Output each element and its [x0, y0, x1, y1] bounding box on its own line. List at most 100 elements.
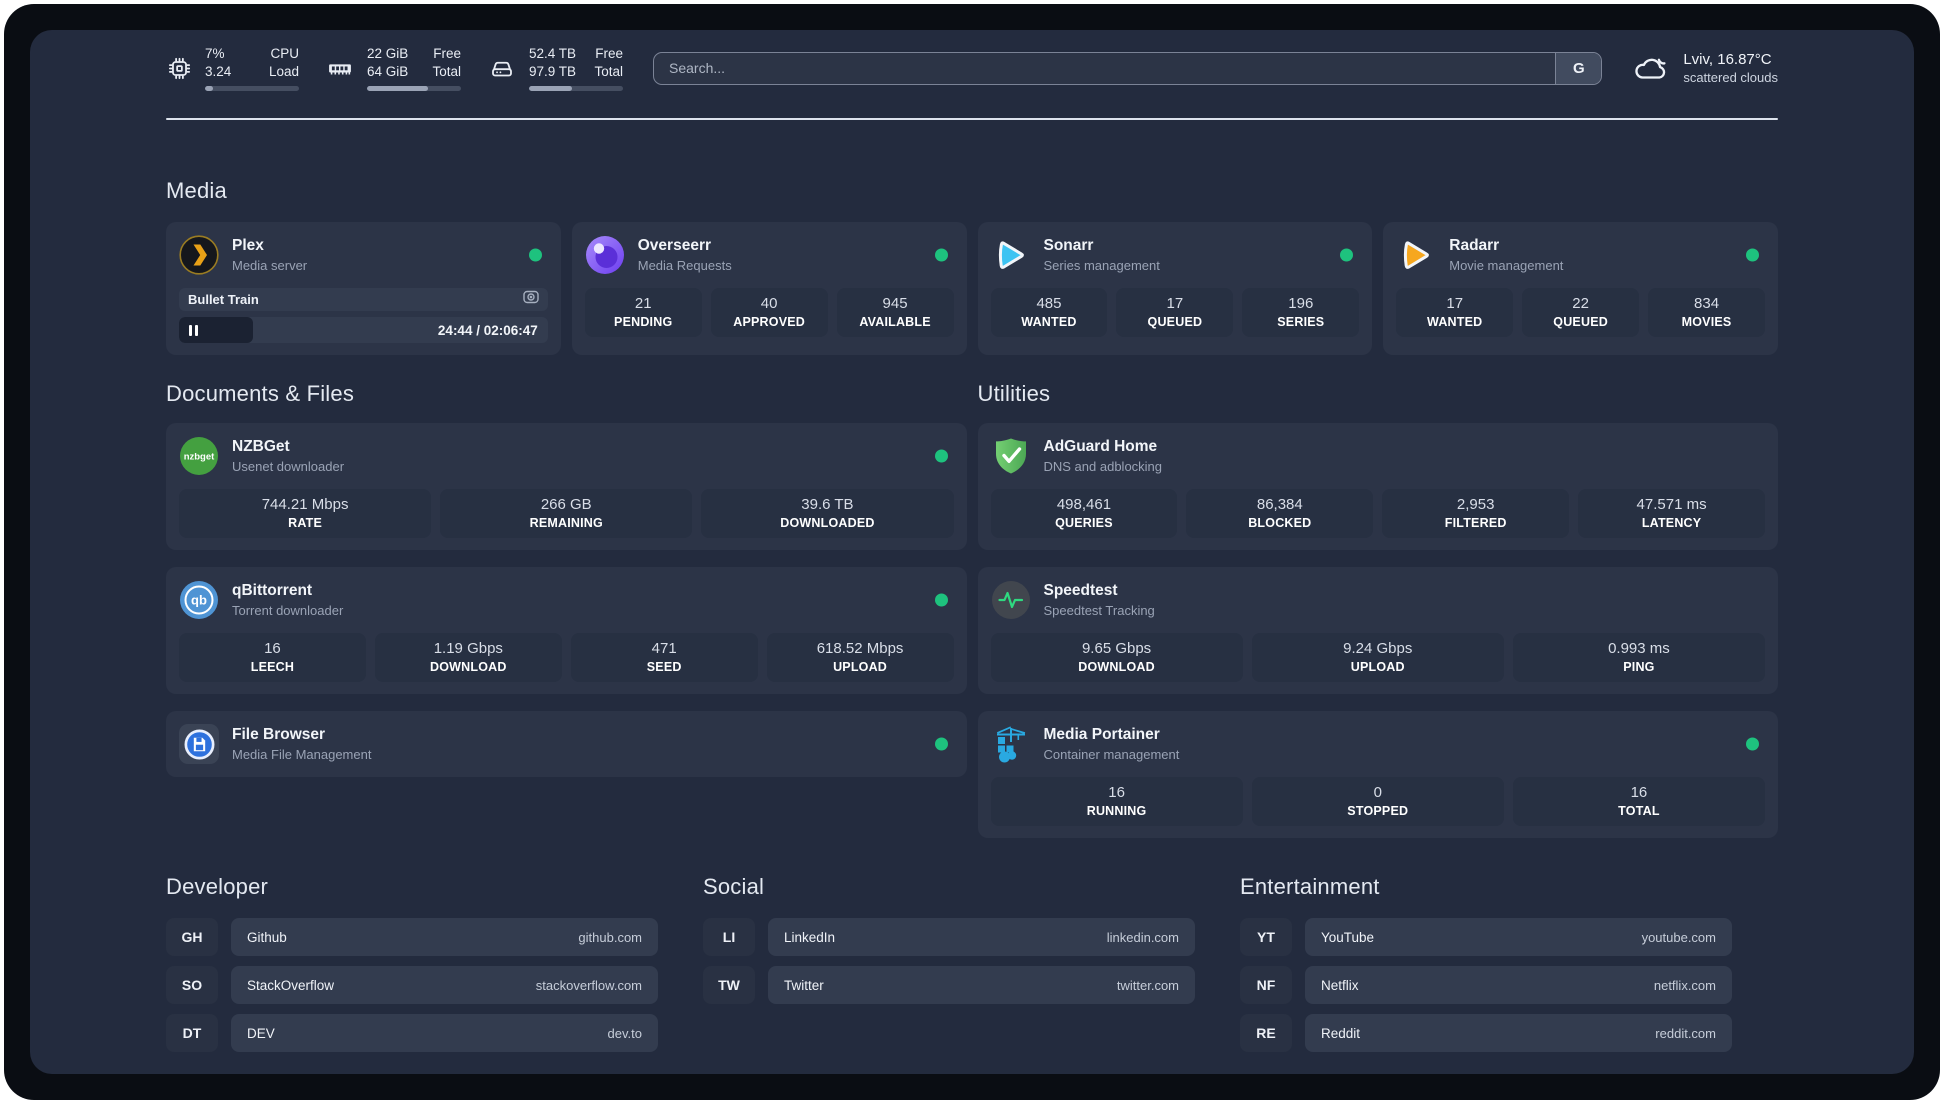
- weather-condition: scattered clouds: [1683, 70, 1778, 85]
- bookmark-youtube[interactable]: YT YouTube youtube.com: [1240, 918, 1732, 956]
- bookmark-github[interactable]: GH Github github.com: [166, 918, 658, 956]
- bookmark-url: stackoverflow.com: [535, 977, 642, 993]
- service-card-plex[interactable]: Plex Media server Bullet Train 24:44 / 02:0…: [166, 222, 561, 355]
- cpu-label: Load: [268, 64, 299, 79]
- header-divider: [166, 118, 1778, 120]
- status-indicator-online: [1340, 248, 1354, 262]
- middle-section: Documents & Files nzbget NZBGet Usenet dow…: [166, 381, 1778, 838]
- stat-wanted: 17 WANTED: [1396, 288, 1514, 337]
- bookmark-group-social: Social LI LinkedIn linkedin.com TW Twitter twi…: [703, 874, 1195, 1052]
- system-widgets: 7% 3.24 CPU Load 22 GiB 64 GiB Free Total 52.4 T…: [166, 45, 623, 91]
- memory-value: 22 GiB: [367, 46, 409, 62]
- search-provider-button[interactable]: G: [1555, 52, 1602, 84]
- service-description: Media File Management: [232, 747, 372, 762]
- service-card-speedtest[interactable]: Speedtest Speedtest Tracking 9.65 Gbps DOWN…: [977, 567, 1778, 694]
- service-name: Sonarr: [1043, 237, 1094, 254]
- bookmark-reddit[interactable]: RE Reddit reddit.com: [1240, 1014, 1732, 1052]
- service-description: Movie management: [1449, 258, 1564, 273]
- status-indicator-online: [934, 593, 948, 607]
- stat-filtered: 2,953 FILTERED: [1382, 489, 1570, 538]
- service-name: Speedtest: [1043, 582, 1118, 599]
- stat-download: 9.65 Gbps DOWNLOAD: [990, 633, 1243, 682]
- stat-downloaded: 39.6 TB DOWNLOADED: [701, 489, 954, 538]
- service-description: Usenet downloader: [232, 459, 345, 474]
- service-card-portainer[interactable]: Media Portainer Container management 16 RUN…: [977, 711, 1778, 838]
- cpu-value: 7%: [205, 46, 225, 62]
- section-title-entertainment: Entertainment: [1240, 874, 1380, 899]
- stat-download: 1.19 Gbps DOWNLOAD: [374, 633, 562, 682]
- svg-text:nzbget: nzbget: [184, 452, 215, 463]
- bookmark-stackoverflow[interactable]: SO StackOverflow stackoverflow.com: [166, 966, 658, 1004]
- disk-label: Total: [594, 64, 623, 79]
- stat-queued: 17 QUEUED: [1116, 288, 1234, 337]
- stats-row: 744.21 Mbps RATE 266 GB REMAINING 39.6 TB DOW…: [179, 489, 954, 538]
- bookmark-twitter[interactable]: TW Twitter twitter.com: [703, 966, 1195, 1004]
- disk-label: Free: [595, 46, 623, 62]
- adguard-icon: [991, 436, 1031, 476]
- stat-remaining: 266 GB REMAINING: [440, 489, 693, 538]
- service-card-overseerr[interactable]: Overseerr Media Requests 21 PENDING 40 APPROV…: [571, 222, 967, 355]
- bookmark-name: YouTube: [1321, 929, 1375, 945]
- search-bar[interactable]: G: [653, 51, 1603, 85]
- service-name: Overseerr: [637, 237, 712, 254]
- section-title-utilities: Utilities: [977, 381, 1051, 406]
- section-title-developer: Developer: [166, 874, 269, 899]
- stat-upload: 9.24 Gbps UPLOAD: [1251, 633, 1504, 682]
- service-card-adguard[interactable]: AdGuard Home DNS and adblocking 498,461 QUE…: [977, 423, 1778, 550]
- service-card-radarr[interactable]: Radarr Movie management 17 WANTED 22 QUEUED 83…: [1383, 222, 1778, 355]
- memory-monitor: 22 GiB 64 GiB Free Total: [325, 45, 461, 91]
- playback-progress-bar[interactable]: 24:44 / 02:06:47: [179, 317, 548, 343]
- service-name: NZBGet: [232, 438, 290, 455]
- stats-row: 9.65 Gbps DOWNLOAD 9.24 Gbps UPLOAD 0.993 ms…: [990, 633, 1766, 682]
- bookmark-name: Reddit: [1321, 1025, 1361, 1041]
- stat-rate: 744.21 Mbps RATE: [179, 489, 432, 538]
- disk-icon: [487, 55, 517, 82]
- playback-played: [179, 317, 253, 343]
- disk-monitor: 52.4 TB 97.9 TB Free Total: [487, 45, 623, 91]
- bookmark-group-developer: Developer GH Github github.com SO StackOverfl…: [166, 874, 658, 1052]
- cpu-label: CPU: [270, 46, 299, 62]
- memory-label: Total: [432, 64, 461, 79]
- stats-row: 485 WANTED 17 QUEUED 196 SERIES: [990, 288, 1360, 337]
- bookmark-name: LinkedIn: [784, 929, 836, 945]
- bookmark-linkedin[interactable]: LI LinkedIn linkedin.com: [703, 918, 1195, 956]
- weather-location-temp: Lviv, 16.87°C: [1683, 51, 1772, 68]
- stat-approved: 40 APPROVED: [710, 288, 828, 337]
- bookmark-abbr: TW: [703, 966, 755, 1004]
- disk-value: 97.9 TB: [529, 64, 577, 79]
- media-card-grid: Plex Media server Bullet Train 24:44 / 02:0…: [166, 222, 1778, 355]
- bookmark-url: reddit.com: [1655, 1025, 1716, 1041]
- stat-running: 16 RUNNING: [990, 777, 1243, 826]
- bookmark-dev[interactable]: DT DEV dev.to: [166, 1014, 658, 1052]
- service-card-nzbget[interactable]: nzbget NZBGet Usenet downloader 744.21 Mbps…: [166, 423, 967, 550]
- radarr-icon: [1396, 235, 1436, 275]
- service-card-qbittorrent[interactable]: qb qBittorrent Torrent downloader 16 LEECH 1.…: [166, 567, 967, 694]
- pause-icon[interactable]: [189, 324, 198, 336]
- disk-progressbar: [529, 85, 623, 91]
- service-card-filebrowser[interactable]: File Browser Media File Management: [166, 711, 967, 777]
- stat-wanted: 485 WANTED: [990, 288, 1108, 337]
- service-name: Media Portainer: [1043, 726, 1160, 743]
- stats-row: 21 PENDING 40 APPROVED 945 AVAILABLE: [584, 288, 954, 337]
- status-indicator-online: [934, 248, 948, 262]
- window-frame: 7% 3.24 CPU Load 22 GiB 64 GiB Free Total 52.4 T…: [4, 4, 1940, 1100]
- cpu-progressbar: [205, 85, 299, 91]
- video-icon: [523, 290, 539, 309]
- bookmark-netflix[interactable]: NF Netflix netflix.com: [1240, 966, 1732, 1004]
- service-description: Media server: [232, 258, 308, 273]
- service-description: Series management: [1043, 258, 1160, 273]
- cpu-value: 3.24: [205, 64, 232, 79]
- bookmark-abbr: YT: [1240, 918, 1292, 956]
- service-name: Radarr: [1449, 237, 1500, 254]
- service-card-sonarr[interactable]: Sonarr Series management 485 WANTED 17 QUEUED…: [977, 222, 1373, 355]
- memory-progressbar: [367, 85, 461, 91]
- stat-pending: 21 PENDING: [584, 288, 702, 337]
- memory-icon: [325, 55, 355, 82]
- stat-latency: 47.571 ms LATENCY: [1578, 489, 1765, 538]
- search-input[interactable]: [654, 52, 1556, 84]
- stat-upload: 618.52 Mbps UPLOAD: [766, 633, 954, 682]
- bookmark-abbr: SO: [166, 966, 218, 1004]
- stat-series: 196 SERIES: [1242, 288, 1360, 337]
- service-name: File Browser: [232, 726, 326, 743]
- stat-total: 16 TOTAL: [1512, 777, 1766, 826]
